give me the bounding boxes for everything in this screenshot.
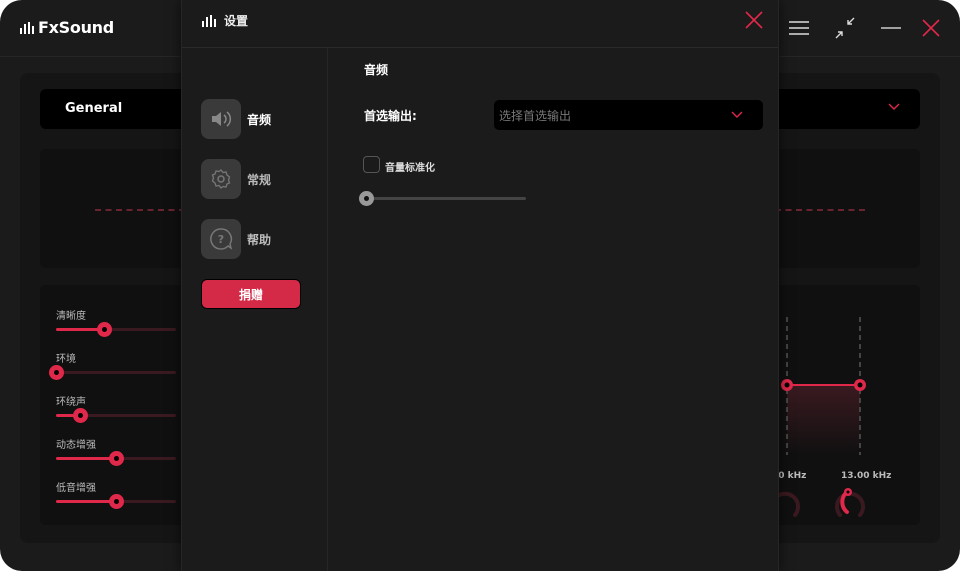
- section-title: 音频: [364, 63, 389, 77]
- speaker-icon: [212, 111, 232, 127]
- preferred-output-label: 首选输出:: [364, 109, 417, 123]
- normalize-checkbox[interactable]: [363, 156, 380, 173]
- volume-slider[interactable]: [359, 191, 526, 206]
- eq-baseline-right: [775, 209, 865, 211]
- menu-button[interactable]: [787, 16, 811, 40]
- close-icon: [745, 11, 763, 29]
- normalize-label: 音量标准化: [385, 163, 435, 174]
- gear-icon: [211, 169, 231, 189]
- sidebar-item-audio[interactable]: 音频: [201, 99, 271, 139]
- select-placeholder: 选择首选输出: [499, 109, 572, 123]
- dialog-title-text: 设置: [224, 14, 249, 28]
- eq-band-fill: [787, 385, 860, 455]
- effect-slider[interactable]: [56, 408, 176, 423]
- hamburger-icon: [789, 21, 809, 35]
- effect-slider-thumb[interactable]: [97, 322, 112, 337]
- dialog-title: 设置: [202, 12, 248, 29]
- dialog-header-divider: [182, 47, 778, 48]
- app-name: FxSound: [38, 18, 114, 37]
- help-icon: ?: [210, 228, 233, 250]
- eq-band-label: 13.00 kHz: [841, 471, 892, 481]
- effect-label: 环绕声: [56, 397, 86, 408]
- mini-mode-button[interactable]: [833, 16, 857, 40]
- sidebar-item-general[interactable]: 常规: [201, 159, 271, 199]
- preferred-output-select[interactable]: 选择首选输出: [494, 100, 763, 130]
- chevron-down-icon: [888, 103, 900, 110]
- logo-bars-icon: [20, 21, 34, 34]
- effect-slider-thumb[interactable]: [109, 494, 124, 509]
- dialog-close-button[interactable]: [742, 8, 766, 32]
- preset-value: General: [65, 101, 123, 116]
- effect-label: 清晰度: [56, 311, 86, 322]
- effect-slider-thumb[interactable]: [49, 365, 64, 380]
- effect-label: 低音增强: [56, 483, 96, 494]
- logo-bars-icon: [202, 14, 216, 27]
- effect-slider-fill: [56, 457, 116, 460]
- sidebar-item-help[interactable]: ? 帮助: [201, 219, 271, 259]
- eq-baseline: [95, 209, 185, 211]
- sidebar-item-label: 常规: [247, 172, 272, 187]
- minimize-icon: [881, 27, 901, 29]
- effect-slider[interactable]: [56, 451, 176, 466]
- app-logo: FxSound: [20, 18, 114, 37]
- effect-slider-thumb[interactable]: [73, 408, 88, 423]
- sidebar-item-label: 音频: [247, 112, 272, 127]
- sidebar-divider: [327, 48, 328, 571]
- effect-label: 环境: [56, 354, 76, 365]
- close-icon: [922, 19, 940, 37]
- collapse-arrows-icon: [835, 17, 855, 39]
- settings-dialog: 设置 音频 常规 ? 帮助 捐赠 音频 首选输出: 选择首选输出 音量标准化: [181, 0, 779, 571]
- effect-slider[interactable]: [56, 494, 176, 509]
- minimize-button[interactable]: [879, 16, 903, 40]
- main-window: FxSound General 50 kHz 13.00 kHz 清晰度 环境 …: [0, 0, 960, 571]
- svg-text:?: ?: [218, 233, 224, 246]
- donate-button[interactable]: 捐赠: [201, 279, 301, 309]
- close-button[interactable]: [919, 16, 943, 40]
- effect-slider-thumb[interactable]: [109, 451, 124, 466]
- chevron-down-icon: [731, 111, 743, 118]
- volume-slider-thumb[interactable]: [359, 191, 374, 206]
- effect-label: 动态增强: [56, 440, 96, 451]
- effect-slider[interactable]: [49, 365, 176, 380]
- sidebar-item-label: 帮助: [247, 232, 272, 247]
- effect-slider-fill: [56, 500, 116, 503]
- effect-slider[interactable]: [56, 322, 176, 337]
